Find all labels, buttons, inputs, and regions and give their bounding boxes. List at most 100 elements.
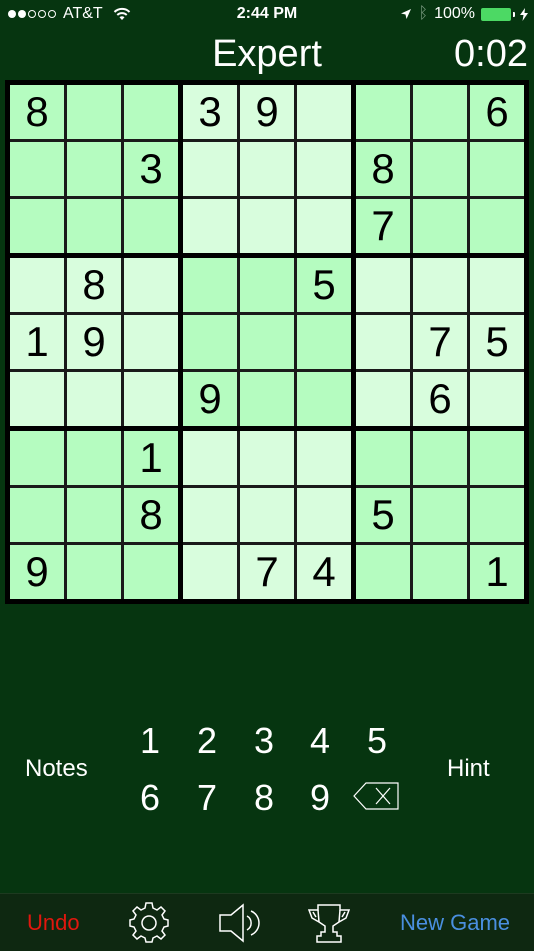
sudoku-box: 18 9 <box>10 431 178 599</box>
sudoku-cell[interactable] <box>183 488 237 542</box>
charging-bolt-icon <box>520 7 528 21</box>
sudoku-cell[interactable] <box>356 315 410 369</box>
sudoku-cell[interactable]: 1 <box>124 431 178 485</box>
sudoku-cell[interactable] <box>297 372 351 426</box>
sudoku-cell[interactable] <box>240 315 294 369</box>
number-button-4[interactable]: 4 <box>300 720 340 762</box>
sudoku-cell[interactable] <box>470 488 524 542</box>
sudoku-cell[interactable]: 8 <box>356 142 410 196</box>
sudoku-cell[interactable] <box>124 258 178 312</box>
sudoku-cell[interactable] <box>356 431 410 485</box>
sudoku-cell[interactable]: 5 <box>297 258 351 312</box>
sudoku-cell[interactable] <box>297 142 351 196</box>
sudoku-cell[interactable] <box>67 372 121 426</box>
sudoku-cell[interactable] <box>356 85 410 139</box>
sudoku-cell[interactable]: 4 <box>297 545 351 599</box>
number-button-2[interactable]: 2 <box>187 720 227 762</box>
sudoku-cell[interactable]: 3 <box>124 142 178 196</box>
sudoku-cell[interactable] <box>413 258 467 312</box>
sudoku-cell[interactable]: 7 <box>356 199 410 253</box>
sudoku-cell[interactable] <box>356 372 410 426</box>
speaker-icon[interactable] <box>218 902 260 944</box>
sudoku-cell[interactable]: 7 <box>240 545 294 599</box>
number-button-6[interactable]: 6 <box>130 777 170 819</box>
sudoku-cell[interactable] <box>124 199 178 253</box>
sudoku-cell[interactable] <box>183 258 237 312</box>
sudoku-cell[interactable] <box>413 431 467 485</box>
sudoku-cell[interactable] <box>183 315 237 369</box>
sudoku-cell[interactable] <box>240 199 294 253</box>
sudoku-cell[interactable] <box>67 142 121 196</box>
sudoku-cell[interactable]: 6 <box>470 85 524 139</box>
sudoku-cell[interactable] <box>124 85 178 139</box>
sudoku-cell[interactable] <box>470 372 524 426</box>
sudoku-cell[interactable] <box>356 545 410 599</box>
number-button-1[interactable]: 1 <box>130 720 170 762</box>
sudoku-cell[interactable] <box>240 431 294 485</box>
sudoku-cell[interactable] <box>67 488 121 542</box>
sudoku-cell[interactable]: 9 <box>240 85 294 139</box>
sudoku-cell[interactable] <box>240 142 294 196</box>
sudoku-cell[interactable] <box>470 258 524 312</box>
sudoku-cell[interactable] <box>297 85 351 139</box>
sudoku-cell[interactable] <box>413 199 467 253</box>
sudoku-cell[interactable]: 8 <box>67 258 121 312</box>
sudoku-cell[interactable] <box>10 488 64 542</box>
sudoku-cell[interactable] <box>240 488 294 542</box>
sudoku-cell[interactable]: 9 <box>183 372 237 426</box>
sudoku-cell[interactable]: 1 <box>10 315 64 369</box>
sudoku-cell[interactable] <box>413 85 467 139</box>
sudoku-cell[interactable] <box>67 431 121 485</box>
sudoku-cell[interactable]: 6 <box>413 372 467 426</box>
sudoku-cell[interactable] <box>413 488 467 542</box>
sudoku-cell[interactable] <box>297 488 351 542</box>
sudoku-cell[interactable] <box>67 85 121 139</box>
sudoku-cell[interactable] <box>67 545 121 599</box>
sudoku-cell[interactable]: 3 <box>183 85 237 139</box>
sudoku-cell[interactable] <box>10 142 64 196</box>
sudoku-cell[interactable] <box>240 372 294 426</box>
sudoku-cell[interactable] <box>67 199 121 253</box>
sudoku-cell[interactable] <box>413 545 467 599</box>
sudoku-cell[interactable] <box>10 372 64 426</box>
sudoku-cell[interactable] <box>10 431 64 485</box>
sudoku-cell[interactable]: 8 <box>124 488 178 542</box>
sudoku-cell[interactable]: 9 <box>10 545 64 599</box>
sudoku-cell[interactable] <box>124 315 178 369</box>
sudoku-cell[interactable] <box>413 142 467 196</box>
sudoku-cell[interactable] <box>183 431 237 485</box>
sudoku-cell[interactable] <box>183 545 237 599</box>
hint-button[interactable]: Hint <box>447 755 490 783</box>
sudoku-cell[interactable] <box>240 258 294 312</box>
sudoku-cell[interactable]: 5 <box>470 315 524 369</box>
sudoku-cell[interactable] <box>183 199 237 253</box>
sudoku-cell[interactable] <box>124 372 178 426</box>
sudoku-cell[interactable]: 7 <box>413 315 467 369</box>
sudoku-cell[interactable] <box>297 315 351 369</box>
sudoku-cell[interactable] <box>470 142 524 196</box>
sudoku-cell[interactable] <box>470 431 524 485</box>
sudoku-cell[interactable] <box>297 431 351 485</box>
sudoku-cell[interactable]: 1 <box>470 545 524 599</box>
number-button-9[interactable]: 9 <box>300 777 340 819</box>
number-button-5[interactable]: 5 <box>357 720 397 762</box>
gear-icon[interactable] <box>128 902 170 944</box>
undo-button[interactable]: Undo <box>27 910 80 936</box>
sudoku-cell[interactable] <box>356 258 410 312</box>
notes-button[interactable]: Notes <box>25 755 88 783</box>
number-button-7[interactable]: 7 <box>187 777 227 819</box>
sudoku-cell[interactable]: 8 <box>10 85 64 139</box>
number-button-8[interactable]: 8 <box>244 777 284 819</box>
sudoku-cell[interactable] <box>10 258 64 312</box>
trophy-icon[interactable] <box>308 902 350 944</box>
new-game-button[interactable]: New Game <box>400 910 510 936</box>
sudoku-cell[interactable] <box>183 142 237 196</box>
sudoku-cell[interactable]: 9 <box>67 315 121 369</box>
sudoku-cell[interactable] <box>124 545 178 599</box>
sudoku-cell[interactable] <box>297 199 351 253</box>
number-button-3[interactable]: 3 <box>244 720 284 762</box>
sudoku-cell[interactable] <box>470 199 524 253</box>
sudoku-cell[interactable]: 5 <box>356 488 410 542</box>
backspace-icon[interactable] <box>352 781 400 811</box>
sudoku-cell[interactable] <box>10 199 64 253</box>
